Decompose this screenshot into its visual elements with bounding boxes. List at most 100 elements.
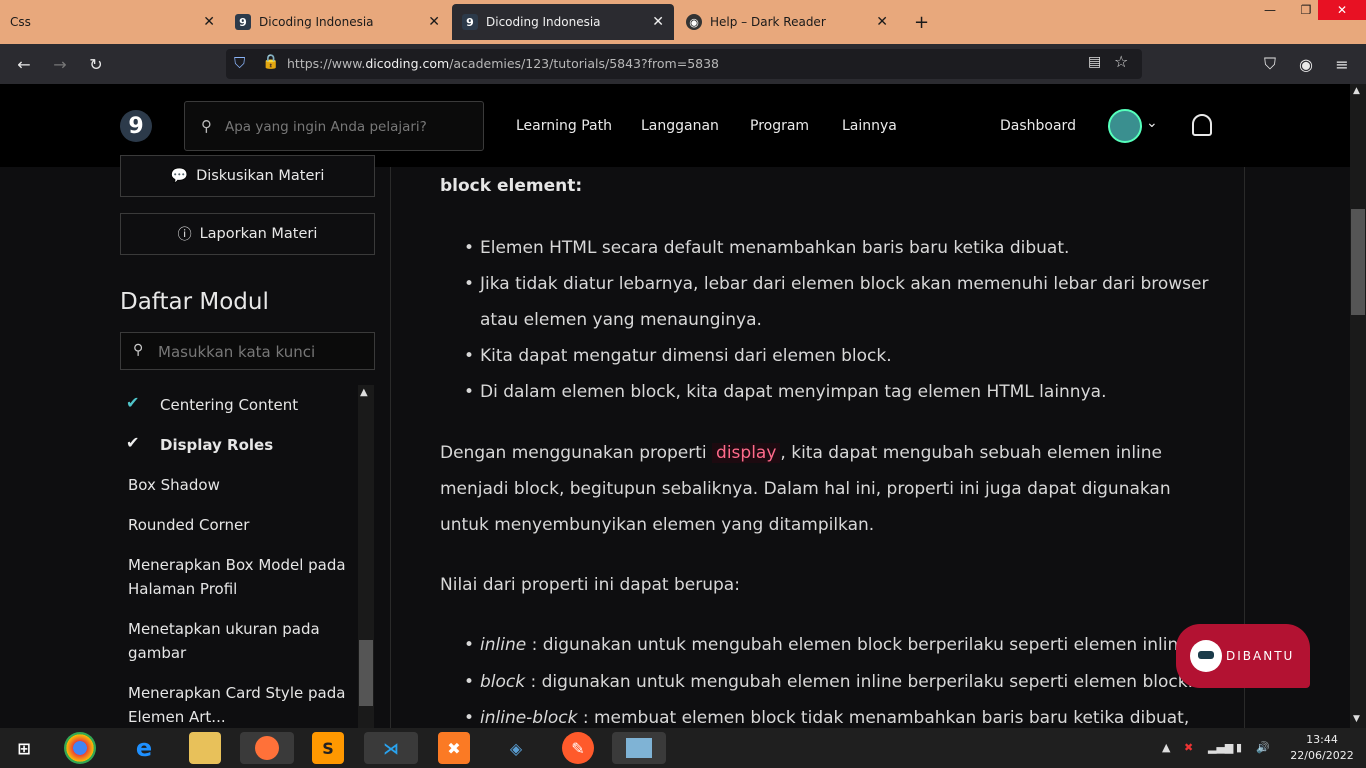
firefox-icon[interactable] [240, 732, 294, 764]
notification-bell-icon[interactable] [1192, 114, 1212, 136]
new-tab-button[interactable]: + [904, 2, 934, 42]
url-text[interactable]: https://www.dicoding.com/academies/123/t… [287, 56, 719, 71]
module-item-centering-content[interactable]: Centering Content [160, 393, 360, 417]
nav-learning-path[interactable]: Learning Path [516, 118, 612, 134]
forward-icon[interactable]: → [50, 54, 70, 74]
section-heading: block element: [440, 176, 583, 196]
report-button[interactable]: ⓘ Laporkan Materi [120, 213, 375, 255]
tab-title: Help – Dark Reader [710, 15, 826, 29]
back-icon[interactable]: ← [14, 54, 34, 74]
close-tab-icon[interactable]: ✕ [428, 14, 440, 30]
clock-time: 13:44 [1306, 733, 1338, 746]
value-term: inline [480, 635, 527, 655]
module-item-box-shadow[interactable]: Box Shadow [128, 473, 358, 497]
values-intro: Nilai dari properti ini dapat berupa: [440, 575, 740, 595]
network-disconnected-icon[interactable]: ✖ [1184, 741, 1193, 754]
address-bar[interactable]: ⛉ 🔒 https://www.dicoding.com/academies/1… [226, 49, 1142, 79]
nav-lainnya[interactable]: Lainnya [842, 118, 897, 134]
dicoding-logo[interactable]: 9 [120, 110, 152, 142]
scroll-up-icon[interactable]: ▲ [360, 387, 368, 398]
nav-langganan[interactable]: Langganan [641, 118, 719, 134]
module-item-display-roles[interactable]: Display Roles [160, 433, 360, 457]
avatar[interactable] [1108, 109, 1142, 143]
sublime-text-icon[interactable]: S [312, 732, 344, 764]
scroll-up-icon[interactable]: ▲ [1353, 86, 1360, 96]
xampp-icon[interactable]: ✖ [438, 732, 470, 764]
nav-dashboard[interactable]: Dashboard [1000, 118, 1076, 134]
site-search-input[interactable]: ⚲ Apa yang ingin Anda pelajari? [184, 101, 484, 151]
control-panel-icon[interactable] [612, 732, 666, 764]
value-term: inline-block [480, 708, 578, 728]
chevron-down-icon[interactable]: ⌄ [1146, 115, 1158, 131]
list-item: Di dalam elemen block, kita dapat menyim… [464, 374, 1210, 410]
vscode-icon[interactable]: ⋊ [364, 732, 418, 764]
search-icon: ⚲ [133, 342, 144, 358]
search-placeholder: Apa yang ingin Anda pelajari? [225, 119, 427, 135]
chat-help-widget[interactable]: DIBANTU [1176, 624, 1310, 688]
module-search-input[interactable]: ⚲ Masukkan kata kunci [120, 332, 375, 370]
page-viewport: 9 ⚲ Apa yang ingin Anda pelajari? Learni… [0, 84, 1366, 728]
file-explorer-icon[interactable] [189, 732, 221, 764]
display-paragraph: Dengan menggunakan properti display, kit… [440, 435, 1200, 543]
scrollbar-thumb[interactable] [359, 640, 373, 706]
list-item: block : digunakan untuk mengubah elemen … [464, 664, 1210, 700]
tray-chevron-up-icon[interactable]: ▲ [1162, 741, 1170, 754]
browser-tab-bar: Css ✕ 9 Dicoding Indonesia ✕ 9 Dicoding … [0, 0, 1366, 44]
hamburger-menu-icon[interactable]: ≡ [1332, 54, 1352, 74]
reader-view-icon[interactable]: ▤ [1088, 54, 1101, 70]
chat-help-label: DIBANTU [1226, 649, 1295, 663]
tab-css[interactable]: Css ✕ [0, 2, 225, 42]
tab-dicoding-1[interactable]: 9 Dicoding Indonesia ✕ [225, 2, 450, 42]
tab-dicoding-active[interactable]: 9 Dicoding Indonesia ✕ [452, 4, 674, 40]
list-item: inline : digunakan untuk mengubah elemen… [464, 627, 1210, 663]
module-item-box-model-profil[interactable]: Menerapkan Box Model pada Halaman Profil [128, 553, 358, 601]
lock-icon[interactable]: 🔒 [262, 54, 279, 70]
system-clock[interactable]: 13:44 22/06/2022 [1282, 732, 1362, 764]
postman-icon[interactable]: ✎ [562, 732, 594, 764]
close-window-icon[interactable]: ✕ [1318, 0, 1366, 20]
shield-icon[interactable]: ⛉ [234, 54, 245, 72]
minimize-icon[interactable]: — [1252, 0, 1288, 20]
signal-icon[interactable]: ▂▄▆ [1208, 741, 1233, 754]
page-scrollbar[interactable]: ▲ ▼ [1350, 84, 1366, 728]
robot-icon [1190, 640, 1222, 672]
dark-reader-icon[interactable]: ◉ [1296, 54, 1316, 74]
dicoding-favicon-icon: 9 [235, 14, 251, 30]
chrome-icon[interactable] [64, 732, 96, 764]
tutorial-content: block element: Elemen HTML secara defaul… [390, 167, 1245, 728]
windows-start-icon[interactable]: ⊞ [8, 732, 40, 764]
pocket-icon[interactable]: ⛉ [1260, 54, 1280, 74]
module-item-ukuran-gambar[interactable]: Menetapkan ukuran pada gambar [128, 617, 358, 665]
scrollbar-thumb[interactable] [1351, 209, 1365, 315]
module-list-scrollbar[interactable]: ▲ [358, 385, 374, 728]
browser-nav-bar: ← → ↻ ⛉ 🔒 https://www.dicoding.com/acade… [0, 44, 1366, 84]
module-search-placeholder: Masukkan kata kunci [158, 343, 316, 361]
battery-icon[interactable]: ▮ [1236, 741, 1242, 754]
module-item-card-style[interactable]: Menerapkan Card Style pada Elemen Art... [128, 681, 358, 728]
mysql-workbench-icon[interactable]: ◈ [500, 732, 532, 764]
tab-dark-reader[interactable]: ◉ Help – Dark Reader ✕ [676, 2, 898, 42]
volume-icon[interactable]: 🔊 [1256, 741, 1270, 754]
dark-reader-favicon-icon: ◉ [686, 14, 702, 30]
list-item: inline-block : membuat elemen block tida… [464, 700, 1210, 728]
info-icon: ⓘ [177, 227, 192, 243]
module-item-rounded-corner[interactable]: Rounded Corner [128, 513, 358, 537]
tab-title: Css [10, 15, 31, 29]
bookmark-star-icon[interactable]: ☆ [1114, 52, 1128, 71]
module-list: ✔ Centering Content ✔ Display Roles Box … [120, 385, 360, 728]
chat-bubble-icon: 💬 [170, 168, 189, 184]
scroll-down-icon[interactable]: ▼ [1353, 714, 1360, 724]
nav-program[interactable]: Program [750, 118, 809, 134]
discuss-button[interactable]: 💬 Diskusikan Materi [120, 155, 375, 197]
close-tab-icon[interactable]: ✕ [652, 14, 664, 30]
internet-explorer-icon[interactable]: e [128, 732, 160, 764]
tab-title: Dicoding Indonesia [486, 15, 601, 29]
tab-title: Dicoding Indonesia [259, 15, 374, 29]
dicoding-favicon-icon: 9 [462, 14, 478, 30]
reload-icon[interactable]: ↻ [86, 54, 106, 74]
search-icon: ⚲ [201, 117, 212, 135]
close-tab-icon[interactable]: ✕ [203, 14, 215, 30]
close-tab-icon[interactable]: ✕ [876, 14, 888, 30]
module-list-title: Daftar Modul [120, 289, 269, 315]
report-label: Laporkan Materi [199, 226, 318, 242]
